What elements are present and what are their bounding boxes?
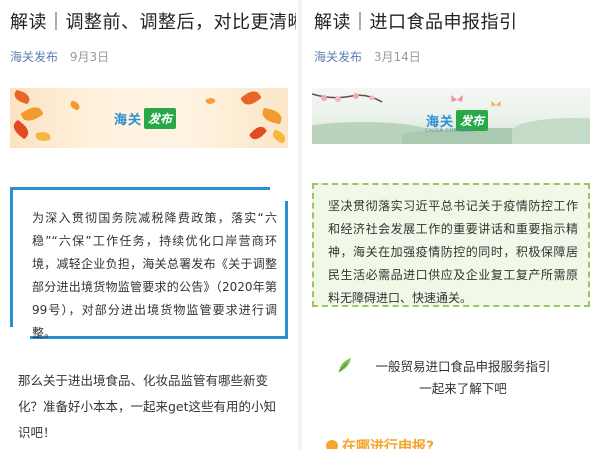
article-left[interactable]: 解读｜调整前、调整后，对比更清晰 海关发布 9月3日 海关 发布 为深入贯彻国务… [0, 0, 296, 449]
leaf-decoration [12, 89, 32, 105]
article-paragraph: 那么关于进出境食品、化妆品监管有哪些新变化？准备好小本本，一起来get这些有用的… [18, 373, 277, 440]
spring-banner: 海关 发布 CHINA CUSTOMS [312, 88, 590, 144]
butterfly-icon [491, 100, 501, 107]
hill-decoration [512, 118, 590, 144]
leaf-decoration [240, 88, 262, 109]
quote-border [285, 201, 288, 339]
quote-border [10, 187, 13, 327]
section-heading: 在哪进行申报? [326, 436, 434, 449]
autumn-banner: 海关 发布 [10, 88, 288, 148]
article-title[interactable]: 解读｜调整前、调整后，对比更清晰 [10, 8, 296, 34]
guide-line: 一起来了解下吧 [419, 381, 507, 396]
intro-quote-text: 坚决贯彻落实习近平总书记关于疫情防控工作和经济社会发展工作的重要讲话和重要指示精… [328, 199, 578, 305]
article-right[interactable]: 解读｜进口食品申报指引 海关发布 3月14日 海关 发布 CHINA CUSTO… [304, 0, 600, 449]
leaf-decoration [205, 96, 216, 106]
article-source[interactable]: 海关发布 [10, 50, 58, 64]
intro-quote-text: 为深入贯彻国务院减税降费政策，落实“六稳”“六保”工作任务，持续优化口岸营商环境… [32, 211, 277, 340]
intro-quote-box: 坚决贯彻落实习近平总书记关于疫情防控工作和经济社会发展工作的重要讲话和重要指示精… [312, 183, 590, 307]
logo-subtext: CHINA CUSTOMS [425, 128, 474, 134]
column-divider [298, 0, 302, 449]
article-meta: 海关发布 9月3日 [10, 48, 109, 65]
article-date: 9月3日 [69, 50, 110, 64]
branch-icon [312, 93, 383, 103]
article-date: 3月14日 [373, 50, 421, 64]
guide-line: 一般贸易进口食品申报服务指引 [375, 359, 551, 374]
leaf-decoration [20, 103, 44, 125]
article-source[interactable]: 海关发布 [314, 50, 362, 64]
section-bullet-icon [326, 440, 338, 449]
article-meta: 海关发布 3月14日 [314, 48, 421, 65]
logo-text: 海关 [114, 113, 143, 128]
guide-text: 一般贸易进口食品申报服务指引 一起来了解下吧 [338, 356, 588, 400]
leaf-decoration [260, 107, 284, 125]
quote-border [10, 187, 270, 190]
leaf-decoration [68, 100, 82, 111]
logo-badge: 发布 [144, 108, 177, 129]
leaf-decoration [270, 129, 288, 144]
haiguan-fabu-logo: 海关 发布 [114, 108, 177, 129]
leaf-decoration [248, 123, 268, 143]
article-title[interactable]: 解读｜进口食品申报指引 [314, 8, 518, 34]
butterfly-icon [451, 95, 463, 102]
leaf-decoration [10, 119, 32, 140]
section-heading-text: 在哪进行申报? [342, 439, 435, 449]
intro-quote-box: 为深入贯彻国务院减税降费政策，落实“六稳”“六保”工作任务，持续优化口岸营商环境… [10, 187, 288, 340]
leaf-decoration [35, 130, 51, 143]
